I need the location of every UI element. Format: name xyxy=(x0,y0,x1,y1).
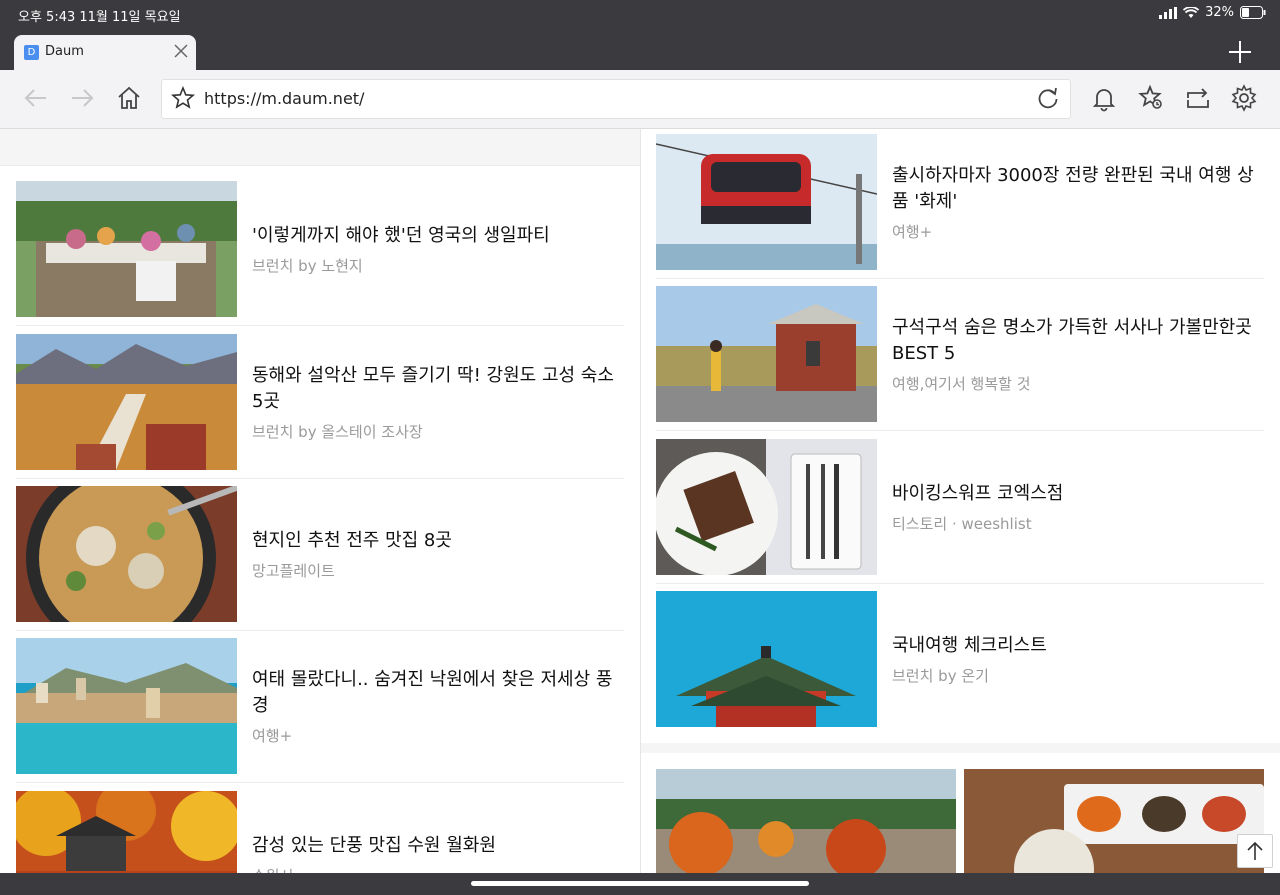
status-time: 오후 5:43 11월 11일 목요일 xyxy=(18,10,181,25)
article-source: 여행+ xyxy=(892,222,933,241)
home-indicator[interactable] xyxy=(471,881,809,886)
wifi-icon xyxy=(1183,6,1200,19)
list-divider xyxy=(656,583,1264,584)
bookmark-star-icon[interactable] xyxy=(171,86,195,110)
list-divider xyxy=(16,478,624,479)
browser-toolbar: https://m.daum.net/ xyxy=(0,70,1280,129)
battery-icon xyxy=(1240,6,1266,19)
article-thumbnail-suwon-garden xyxy=(16,791,237,873)
article-thumbnail-jeonju-food xyxy=(16,486,237,622)
left-column: '이렇게까지 해야 했'던 영국의 생일파티 브런치 by 노현지 동해와 설악… xyxy=(0,129,640,873)
article-thumbnail-seosan-spots xyxy=(656,286,877,422)
tab-title: Daum xyxy=(45,44,84,59)
share-icon[interactable] xyxy=(1184,84,1212,112)
article-title: 바이킹스워프 코엑스점 xyxy=(892,482,1064,504)
article-title: 국내여행 체크리스트 xyxy=(892,634,1047,656)
article-text: 구석구석 숨은 명소가 가득한 서사나 가볼만한곳 BEST 5 여행,여기서 … xyxy=(892,286,1264,422)
article-text: 바이킹스워프 코엑스점 티스토리 · weeshlist xyxy=(892,439,1264,575)
article-thumbnail-birthday-party xyxy=(16,181,237,317)
article-source: 브런치 by 올스테이 조사장 xyxy=(252,422,423,441)
photo-card-side-dishes[interactable] xyxy=(964,769,1264,873)
article-item[interactable]: 감성 있는 단풍 맛집 수원 월화원 수원시 xyxy=(16,791,624,873)
article-item[interactable]: 현지인 추천 전주 맛집 8곳 망고플레이트 xyxy=(16,486,624,622)
section-divider-band xyxy=(0,129,640,166)
article-source: 브런치 by 온기 xyxy=(892,666,989,685)
list-divider xyxy=(16,325,624,326)
url-text: https://m.daum.net/ xyxy=(204,89,365,108)
list-divider xyxy=(656,430,1264,431)
article-item[interactable]: 동해와 설악산 모두 즐기기 딱! 강원도 고성 숙소 5곳 브런치 by 올스… xyxy=(16,334,624,470)
article-item[interactable]: 구석구석 숨은 명소가 가득한 서사나 가볼만한곳 BEST 5 여행,여기서 … xyxy=(656,286,1264,422)
article-title: 구석구석 숨은 명소가 가득한 서사나 가볼만한곳 BEST 5 xyxy=(892,316,1252,364)
status-bar: 오후 5:43 11월 11일 목요일 32% xyxy=(0,0,1280,34)
article-text: 감성 있는 단풍 맛집 수원 월화원 수원시 xyxy=(252,791,624,874)
article-item[interactable]: 바이킹스워프 코엑스점 티스토리 · weeshlist xyxy=(656,439,1264,575)
bell-icon[interactable] xyxy=(1090,84,1118,112)
article-title: 현지인 추천 전주 맛집 8곳 xyxy=(252,529,452,551)
section-divider-band xyxy=(641,743,1280,753)
article-source: 티스토리 · weeshlist xyxy=(892,514,1032,533)
article-thumbnail-cable-car xyxy=(656,134,877,270)
home-indicator-bar xyxy=(0,873,1280,895)
home-icon[interactable] xyxy=(115,84,143,112)
article-thumbnail-goseong-resort xyxy=(16,334,237,470)
signal-icon xyxy=(1159,6,1178,19)
settings-gear-icon[interactable] xyxy=(1230,84,1258,112)
right-column: 출시하자마자 3000장 전량 완판된 국내 여행 상품 '화제' 여행+ 구석… xyxy=(641,129,1280,873)
article-title: 감성 있는 단풍 맛집 수원 월화원 xyxy=(252,834,496,856)
page-content: '이렇게까지 해야 했'던 영국의 생일파티 브런치 by 노현지 동해와 설악… xyxy=(0,129,1280,873)
article-item[interactable]: 국내여행 체크리스트 브런치 by 온기 xyxy=(656,591,1264,727)
article-text: 동해와 설악산 모두 즐기기 딱! 강원도 고성 숙소 5곳 브런치 by 올스… xyxy=(252,334,624,470)
back-icon[interactable] xyxy=(22,84,50,112)
article-text: 여태 몰랐다니.. 숨겨진 낙원에서 찾은 저세상 풍경 여행+ xyxy=(252,638,624,774)
article-item[interactable]: 여태 몰랐다니.. 숨겨진 낙원에서 찾은 저세상 풍경 여행+ xyxy=(16,638,624,774)
article-thumbnail-lakeside-town xyxy=(16,638,237,774)
article-source: 브런치 by 노현지 xyxy=(252,256,363,275)
photo-card-autumn-park[interactable] xyxy=(656,769,956,873)
article-title: 출시하자마자 3000장 전량 완판된 국내 여행 상품 '화제' xyxy=(892,164,1254,212)
bookmarks-icon[interactable] xyxy=(1137,84,1165,112)
article-source: 망고플레이트 xyxy=(252,561,335,580)
favicon-icon: D xyxy=(24,45,39,60)
tab-close-icon[interactable] xyxy=(172,42,190,60)
article-text: 국내여행 체크리스트 브런치 by 온기 xyxy=(892,591,1264,727)
browser-tab[interactable]: D Daum xyxy=(14,35,196,70)
new-tab-icon[interactable] xyxy=(1226,38,1254,66)
list-divider xyxy=(16,630,624,631)
article-text: 출시하자마자 3000장 전량 완판된 국내 여행 상품 '화제' 여행+ xyxy=(892,134,1264,270)
forward-icon[interactable] xyxy=(68,84,96,112)
article-text: 현지인 추천 전주 맛집 8곳 망고플레이트 xyxy=(252,486,624,622)
scroll-to-top-button[interactable] xyxy=(1237,834,1273,868)
status-right: 32% xyxy=(1159,5,1266,20)
article-source: 여행+ xyxy=(252,726,293,745)
address-bar[interactable]: https://m.daum.net/ xyxy=(161,79,1071,119)
article-title: '이렇게까지 해야 했'던 영국의 생일파티 xyxy=(252,224,550,246)
battery-percent: 32% xyxy=(1205,5,1234,20)
article-title: 여태 몰랐다니.. 숨겨진 낙원에서 찾은 저세상 풍경 xyxy=(252,668,613,716)
reload-icon[interactable] xyxy=(1036,86,1060,110)
tab-bar: D Daum xyxy=(0,34,1280,70)
article-thumbnail-vikings-wharf xyxy=(656,439,877,575)
article-title: 동해와 설악산 모두 즐기기 딱! 강원도 고성 숙소 5곳 xyxy=(252,364,614,412)
article-thumbnail-pavilion xyxy=(656,591,877,727)
article-source: 여행,여기서 행복할 것 xyxy=(892,374,1031,393)
article-item[interactable]: '이렇게까지 해야 했'던 영국의 생일파티 브런치 by 노현지 xyxy=(16,181,624,317)
article-item[interactable]: 출시하자마자 3000장 전량 완판된 국내 여행 상품 '화제' 여행+ xyxy=(656,134,1264,270)
list-divider xyxy=(656,278,1264,279)
article-text: '이렇게까지 해야 했'던 영국의 생일파티 브런치 by 노현지 xyxy=(252,181,624,317)
article-source: 수원시 xyxy=(252,865,624,874)
list-divider xyxy=(16,782,624,783)
